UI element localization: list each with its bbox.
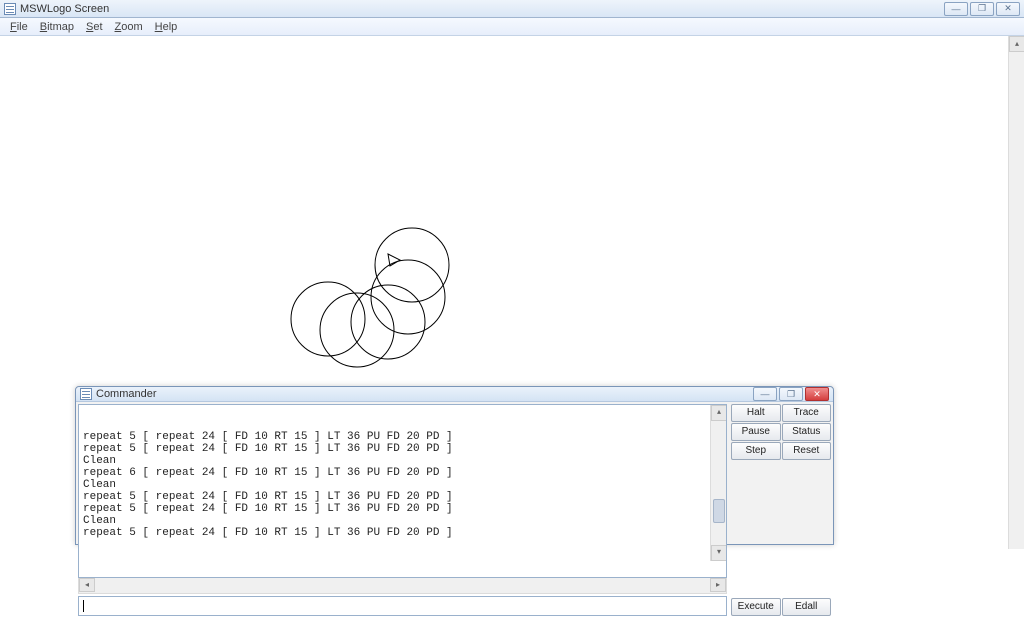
minimize-button[interactable]: —: [944, 2, 968, 16]
menu-set[interactable]: Set: [80, 19, 109, 35]
maximize-button[interactable]: ❐: [970, 2, 994, 16]
history-line[interactable]: repeat 5 [ repeat 24 [ FD 10 RT 15 ] LT …: [83, 491, 722, 503]
history-scroll-thumb[interactable]: [713, 499, 725, 523]
scroll-up-icon[interactable]: ▴: [1009, 36, 1024, 52]
step-button[interactable]: Step: [731, 442, 781, 460]
command-input[interactable]: [78, 596, 727, 616]
history-line[interactable]: repeat 5 [ repeat 24 [ FD 10 RT 15 ] LT …: [83, 443, 722, 455]
menu-bitmap[interactable]: Bitmap: [34, 19, 80, 35]
history-line[interactable]: repeat 5 [ repeat 24 [ FD 10 RT 15 ] LT …: [83, 431, 722, 443]
pause-button[interactable]: Pause: [731, 423, 781, 441]
window-controls: — ❐ ✕: [944, 2, 1020, 16]
commander-minimize-button[interactable]: —: [753, 387, 777, 401]
main-titlebar: MSWLogo Screen — ❐ ✕: [0, 0, 1024, 18]
commander-window: Commander — ❐ ✕ repeat 5 [ repeat 24 [ F…: [75, 386, 834, 545]
commander-close-button[interactable]: ✕: [805, 387, 829, 401]
trace-button[interactable]: Trace: [782, 404, 832, 422]
main-vscrollbar[interactable]: ▴: [1008, 36, 1024, 549]
edall-button[interactable]: Edall: [782, 598, 832, 616]
history-scroll-up-icon[interactable]: ▴: [711, 405, 727, 421]
history-line[interactable]: Clean: [83, 515, 722, 527]
reset-button[interactable]: Reset: [782, 442, 832, 460]
execute-button[interactable]: Execute: [731, 598, 781, 616]
app-icon: [4, 3, 16, 15]
history-line[interactable]: repeat 5 [ repeat 24 [ FD 10 RT 15 ] LT …: [83, 527, 722, 539]
history-line[interactable]: Clean: [83, 455, 722, 467]
history-line[interactable]: repeat 5 [ repeat 24 [ FD 10 RT 15 ] LT …: [83, 503, 722, 515]
history-line[interactable]: repeat 6 [ repeat 24 [ FD 10 RT 15 ] LT …: [83, 467, 722, 479]
command-history[interactable]: repeat 5 [ repeat 24 [ FD 10 RT 15 ] LT …: [78, 404, 727, 578]
commander-window-controls: — ❐ ✕: [753, 387, 829, 401]
commander-buttons-panel: Halt Trace Pause Status Step Reset Execu…: [731, 404, 831, 616]
commander-maximize-button[interactable]: ❐: [779, 387, 803, 401]
window-title: MSWLogo Screen: [20, 3, 944, 15]
history-hscrollbar[interactable]: ◂ ▸: [78, 578, 727, 594]
history-scroll-left-icon[interactable]: ◂: [79, 578, 95, 592]
history-scroll-right-icon[interactable]: ▸: [710, 578, 726, 592]
commander-icon: [80, 388, 92, 400]
history-wrap: repeat 5 [ repeat 24 [ FD 10 RT 15 ] LT …: [78, 404, 727, 616]
input-cursor: [83, 600, 84, 612]
menu-zoom[interactable]: Zoom: [109, 19, 149, 35]
commander-body: repeat 5 [ repeat 24 [ FD 10 RT 15 ] LT …: [76, 402, 833, 618]
menu-file[interactable]: File: [4, 19, 34, 35]
menu-help[interactable]: Help: [149, 19, 184, 35]
history-lines: repeat 5 [ repeat 24 [ FD 10 RT 15 ] LT …: [83, 431, 722, 539]
history-scroll-down-icon[interactable]: ▾: [711, 545, 727, 561]
commander-titlebar[interactable]: Commander — ❐ ✕: [76, 387, 833, 402]
menu-bar: File Bitmap Set Zoom Help: [0, 18, 1024, 36]
close-button[interactable]: ✕: [996, 2, 1020, 16]
status-button[interactable]: Status: [782, 423, 832, 441]
halt-button[interactable]: Halt: [731, 404, 781, 422]
history-line[interactable]: Clean: [83, 479, 722, 491]
history-vscrollbar[interactable]: ▴ ▾: [710, 405, 726, 561]
commander-title: Commander: [96, 388, 753, 400]
